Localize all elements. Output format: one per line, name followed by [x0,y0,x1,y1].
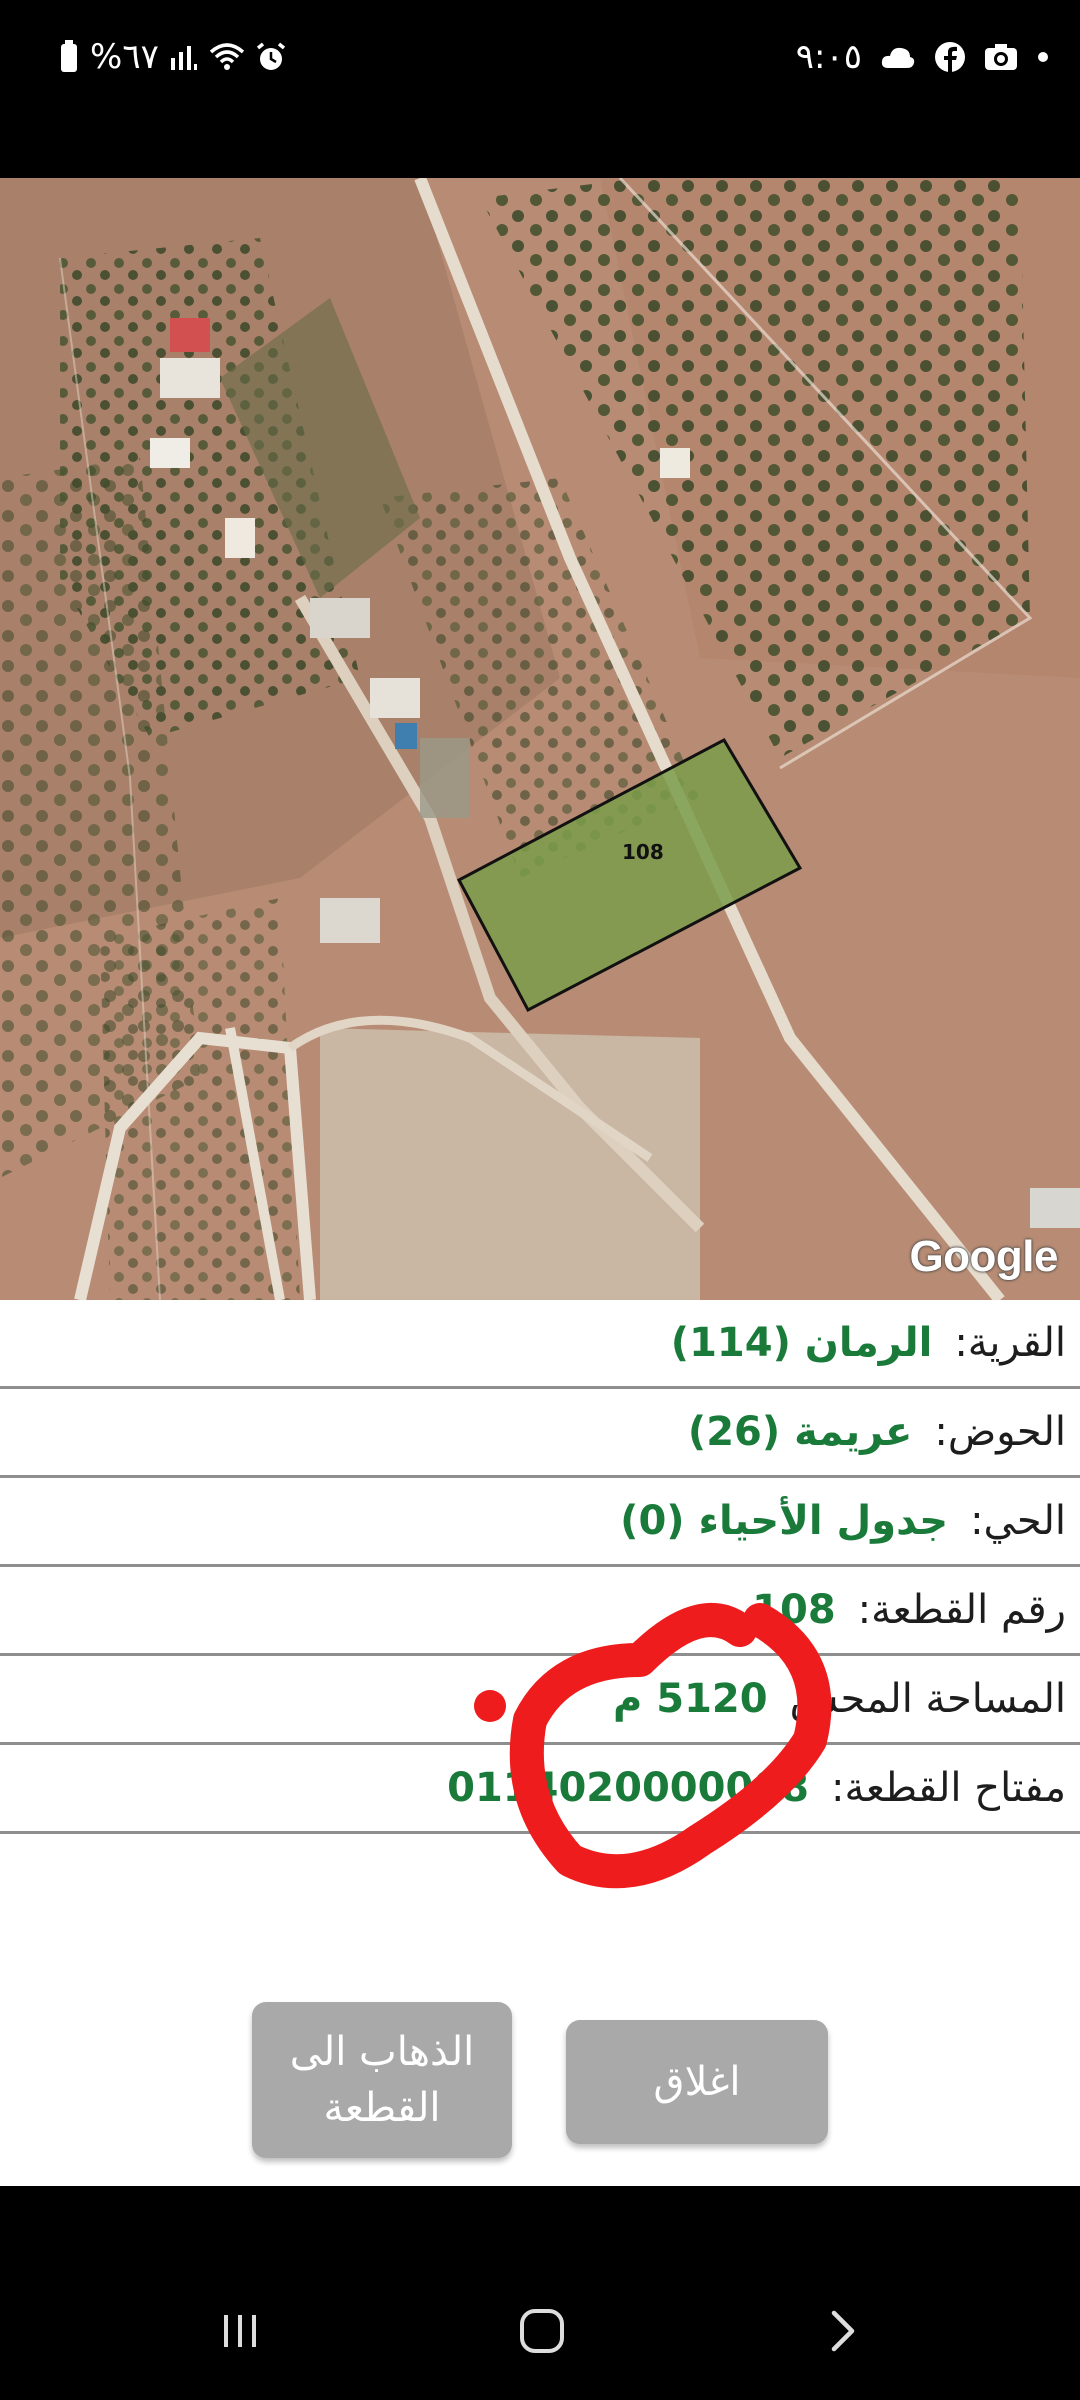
parcel-number-value: 108 [752,1587,836,1633]
parcel-number-row: رقم القطعة: 108 [0,1567,1080,1656]
bottom-spacer [0,2186,1080,2256]
battery-percentage: %٦٧ [90,37,159,77]
dot-icon [1036,37,1050,77]
top-spacer [0,112,1080,178]
village-row: القرية: الرمان (114) [0,1300,1080,1389]
parcel-key-label: مفتاح القطعة: [830,1765,1066,1811]
close-button[interactable]: اغلاق [566,2020,828,2144]
facebook-icon [934,37,966,77]
google-logo: Google [909,1232,1058,1281]
battery-icon [58,37,80,77]
recent-apps-icon[interactable] [200,2296,280,2366]
parcel-key-row: مفتاح القطعة: 0114020000008 [0,1745,1080,1834]
map-imagery [0,178,1080,1300]
parcel-key-value: 0114020000008 [447,1765,809,1811]
neighborhood-value: جدول الأحياء (0) [620,1498,949,1544]
area-row: المساحة المحس 5120 م [0,1656,1080,1745]
status-bar: %٦٧ ٩:٠٥ [0,0,1080,112]
satellite-map[interactable]: 108 Google [0,178,1080,1300]
go-to-parcel-button[interactable]: الذهاب الى القطعة [252,2002,512,2158]
alarm-icon [255,37,287,77]
parcel-number-label: رقم القطعة: [857,1587,1066,1633]
basin-label: الحوض: [934,1409,1066,1455]
parcel-info-list: القرية: الرمان (114) الحوض: عريمة (26) ا… [0,1300,1080,1834]
cloud-icon [880,37,916,77]
parcel-label: 108 [622,840,664,864]
status-bar-left-group: %٦٧ [58,32,287,82]
parcel-info-panel: القرية: الرمان (114) الحوض: عريمة (26) ا… [0,1300,1080,2186]
basin-value: عريمة (26) [687,1409,913,1455]
neighborhood-label: الحي: [970,1498,1066,1544]
basin-row: الحوض: عريمة (26) [0,1389,1080,1478]
action-buttons: الذهاب الى القطعة اغلاق [0,2002,1080,2162]
clock: ٩:٠٥ [795,37,862,77]
village-label: القرية: [954,1320,1066,1366]
back-icon[interactable] [804,2296,884,2366]
status-bar-right-group: ٩:٠٥ [796,32,1050,82]
home-icon[interactable] [502,2296,582,2366]
signal-icon [169,37,199,77]
area-label: المساحة المحس [789,1676,1066,1722]
navigation-bar [0,2256,1080,2400]
area-value: 5120 م [612,1676,768,1722]
village-value: الرمان (114) [670,1320,933,1366]
neighborhood-row: الحي: جدول الأحياء (0) [0,1478,1080,1567]
camera-icon [984,37,1018,77]
wifi-icon [209,37,245,77]
